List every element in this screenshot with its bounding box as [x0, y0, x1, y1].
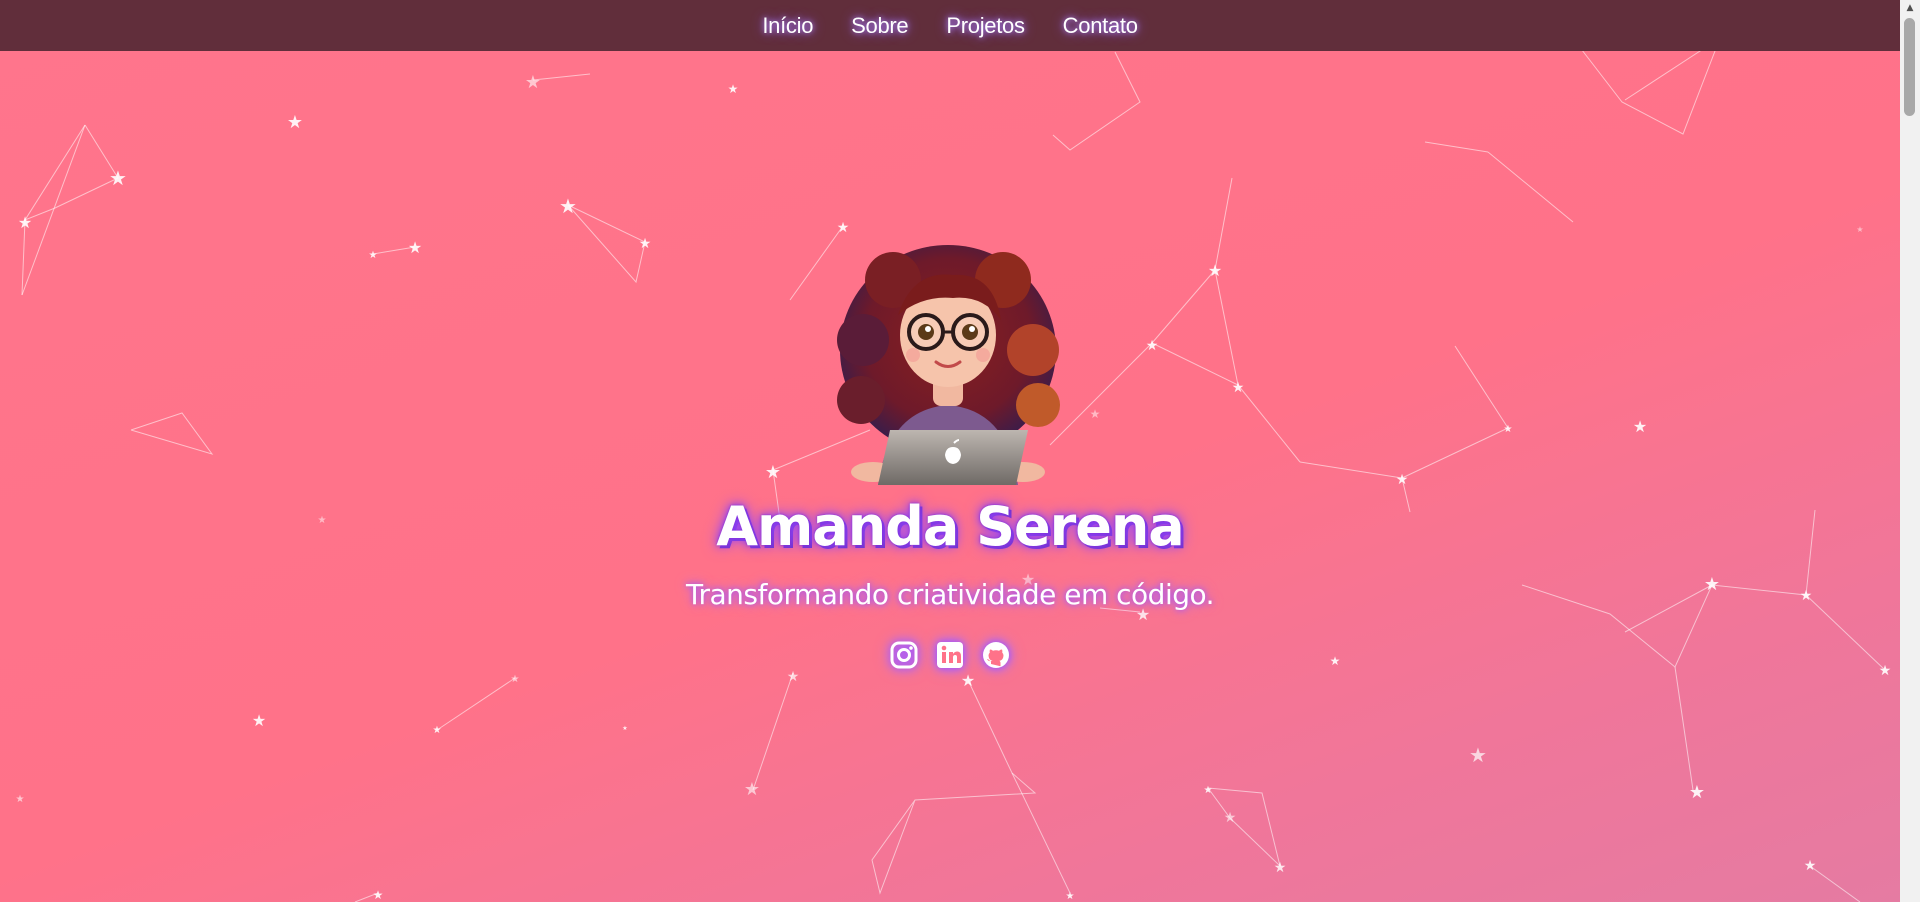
- hero-name: Amanda Serena: [716, 495, 1185, 558]
- nav-link-contato[interactable]: Contato: [1063, 13, 1138, 39]
- top-navbar: Início Sobre Projetos Contato: [0, 0, 1900, 51]
- vertical-scrollbar[interactable]: ▲: [1900, 0, 1920, 902]
- scrollbar-thumb[interactable]: [1904, 18, 1915, 116]
- scroll-up-arrow-icon[interactable]: ▲: [1900, 0, 1920, 16]
- github-icon[interactable]: [981, 640, 1011, 670]
- hero-section: Amanda Serena Transformando criatividade…: [0, 0, 1900, 902]
- avatar: [837, 245, 1060, 485]
- nav-link-inicio[interactable]: Início: [762, 13, 813, 39]
- social-links: [0, 640, 1900, 670]
- linkedin-icon[interactable]: [935, 640, 965, 670]
- instagram-icon[interactable]: [889, 640, 919, 670]
- nav-link-projetos[interactable]: Projetos: [946, 13, 1025, 39]
- hero-tagline: Transformando criatividade em código.: [685, 578, 1215, 611]
- nav-link-sobre[interactable]: Sobre: [851, 13, 909, 39]
